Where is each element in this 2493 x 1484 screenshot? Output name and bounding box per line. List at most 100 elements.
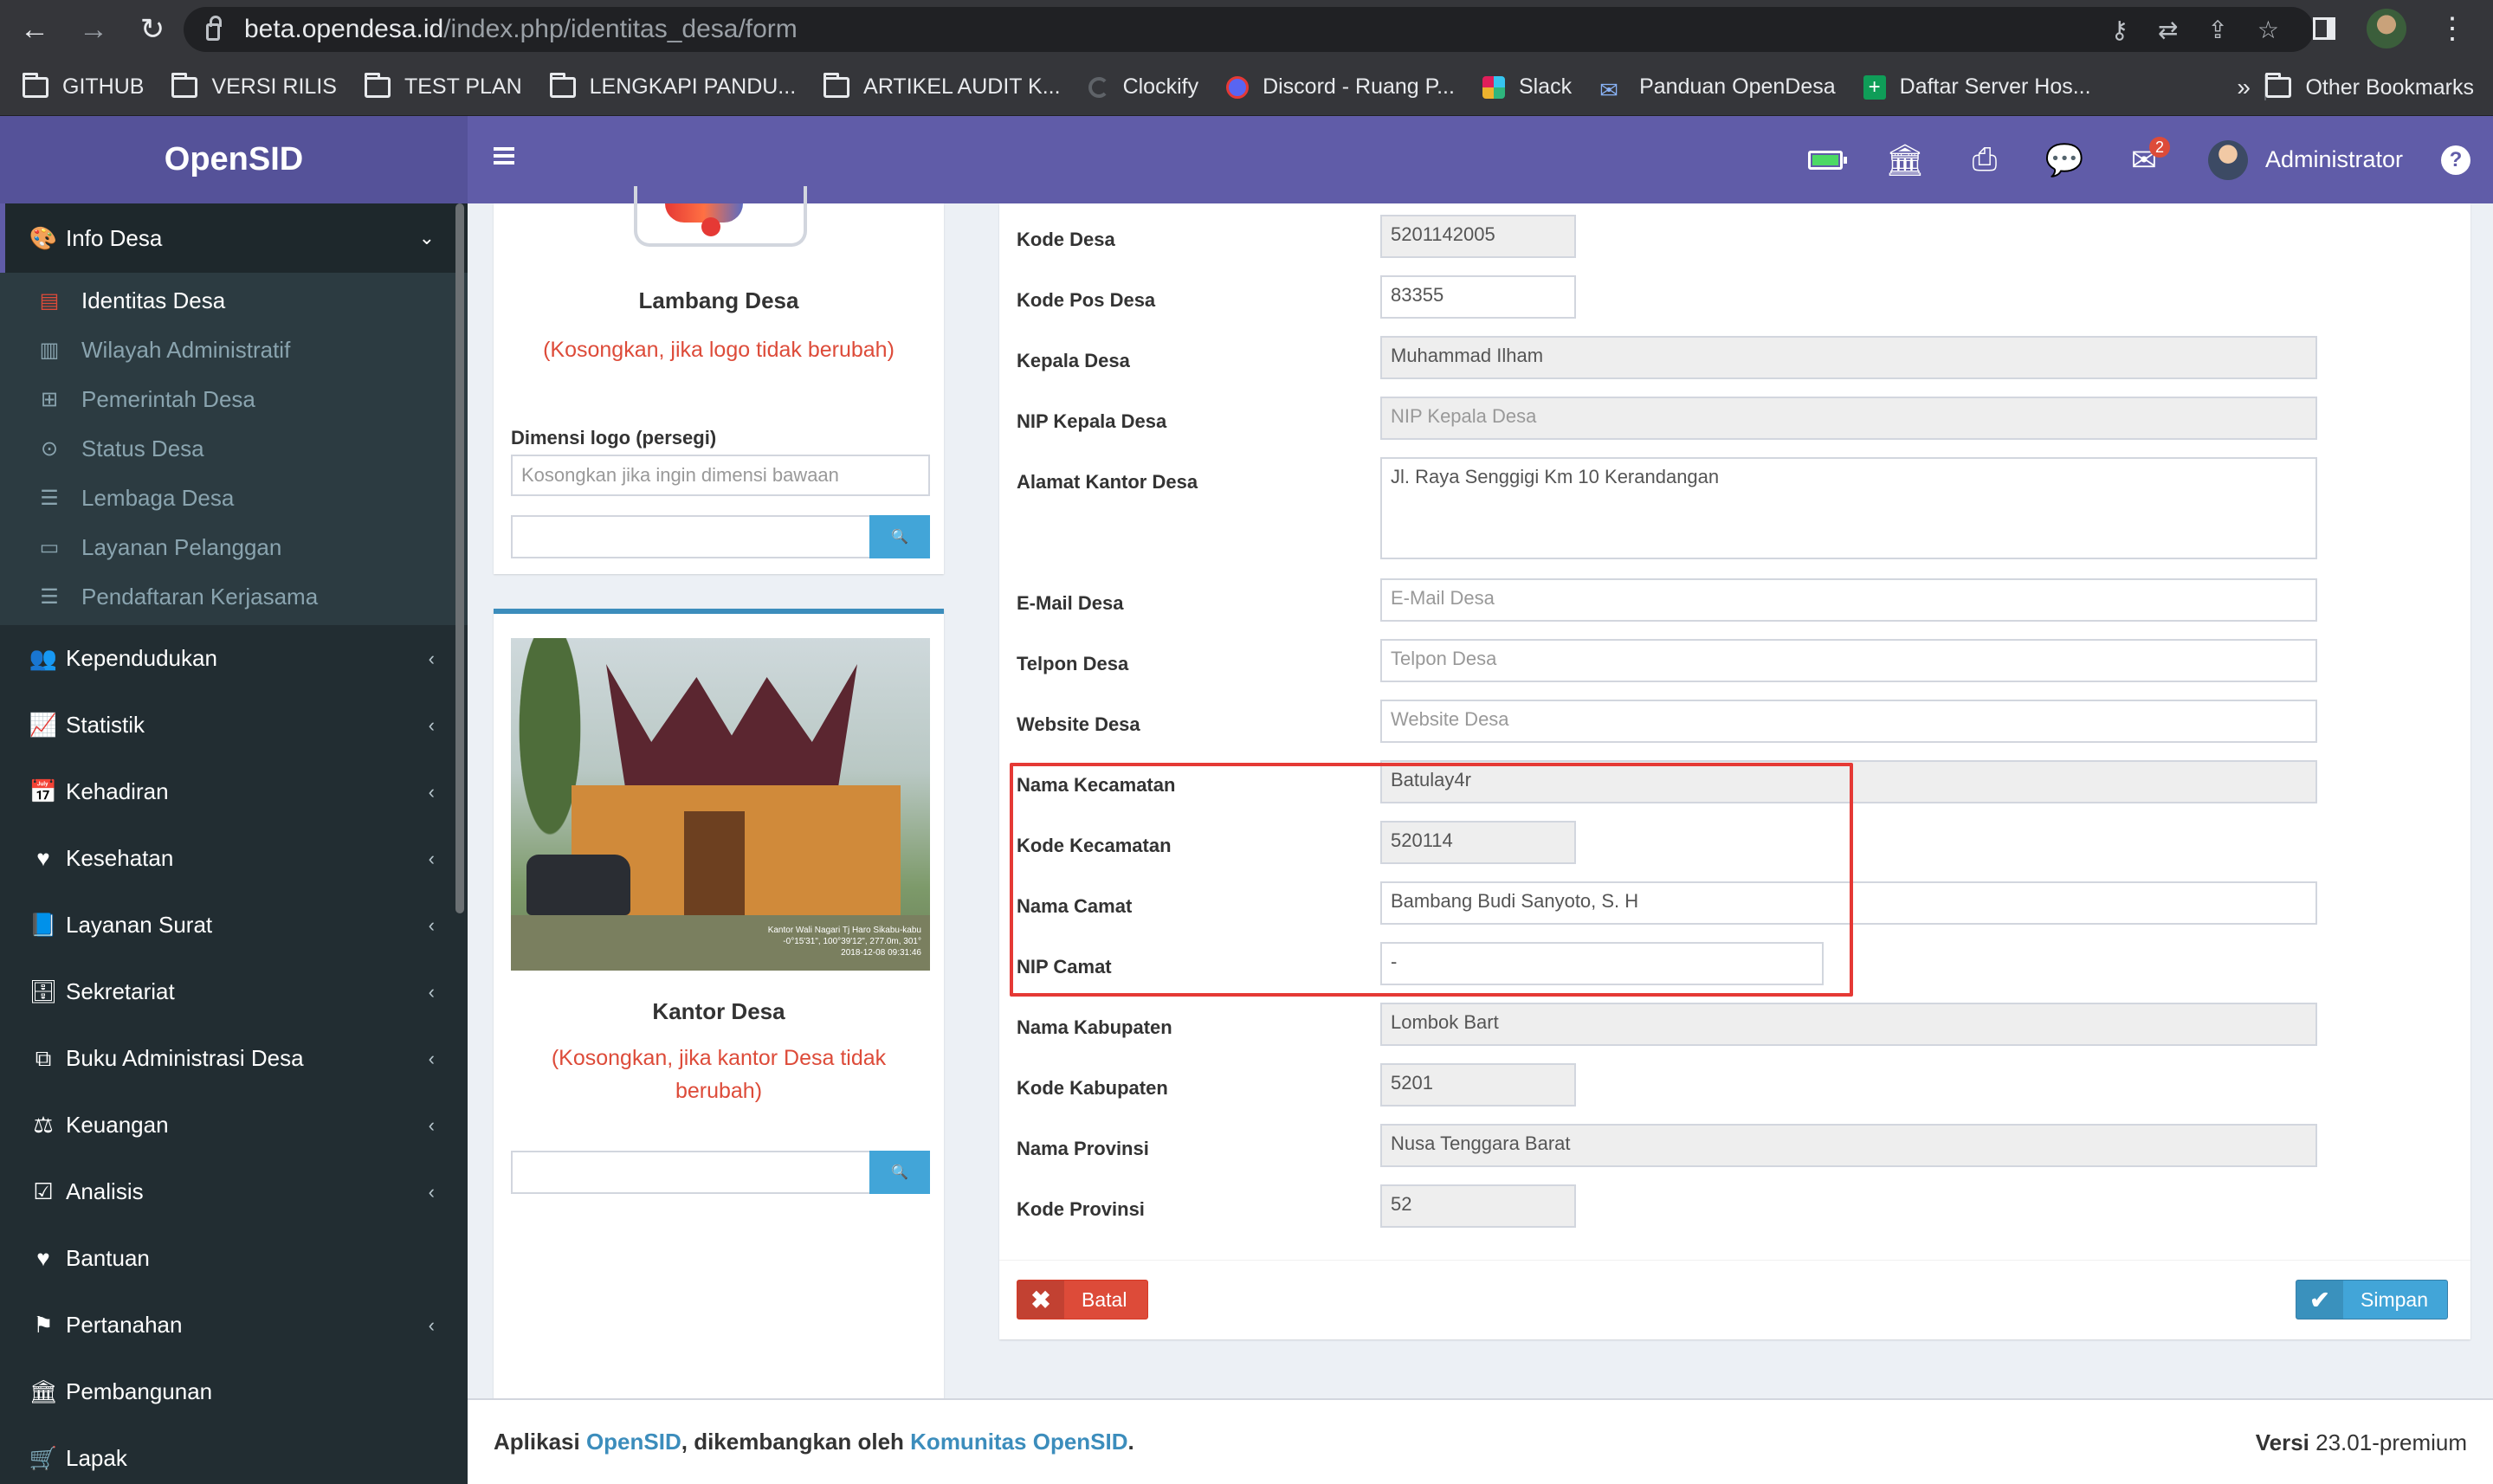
folder-icon <box>549 72 576 98</box>
kantor-desa-hint: (Kosongkan, jika kantor Desa tidak berub… <box>551 1046 887 1103</box>
sidebar-item-buku-administrasi-desa[interactable]: ⧉ Buku Administrasi Desa ‹ <box>0 1025 468 1092</box>
website-desa-input[interactable]: Website Desa <box>1380 700 2317 743</box>
address-bar[interactable]: beta.opendesa.id/index.php/identitas_des… <box>184 7 2314 52</box>
cancel-button[interactable]: ✖ Batal <box>1017 1280 1148 1319</box>
version-info: Versi 23.01-premium <box>2256 1400 2467 1484</box>
folder-icon <box>2265 73 2292 98</box>
nama-provinsi-input[interactable]: Nusa Tenggara Barat <box>1380 1124 2317 1167</box>
balance-scale-icon: ⚖ <box>33 1112 54 1138</box>
sidebar-subitem-layanan-pelanggan[interactable]: ▭ Layanan Pelanggan <box>0 523 468 572</box>
komunitas-link[interactable]: Komunitas OpenSID <box>910 1429 1127 1455</box>
sidebar-item-kehadiran[interactable]: 📅 Kehadiran ‹ <box>0 758 468 825</box>
field-label: Kode Pos Desa <box>1017 289 1156 311</box>
nip-kepala-desa-input[interactable]: NIP Kepala Desa <box>1380 397 2317 440</box>
bookmarks-overflow[interactable]: » <box>2237 59 2251 116</box>
sidebar-item-info-desa[interactable]: 🎨 Info Desa ⌄ <box>0 203 468 273</box>
kode-desa-input[interactable]: 5201142005 <box>1380 215 1576 258</box>
map-signs-icon: ⚑ <box>33 1312 54 1338</box>
kantor-file-input[interactable] <box>511 1151 869 1194</box>
version-number: 23.01-premium <box>2315 1429 2467 1455</box>
sidebar-subitem-identitas-desa[interactable]: ▤ Identitas Desa <box>0 276 468 326</box>
inbox-button[interactable]: ✉ 2 <box>2104 116 2184 203</box>
email-desa-input[interactable]: E-Mail Desa <box>1380 578 2317 622</box>
kode-kabupaten-input[interactable]: 5201 <box>1380 1063 1576 1107</box>
translate-icon[interactable]: ⇄ <box>2158 16 2178 44</box>
footer-suffix: . <box>1127 1429 1134 1455</box>
sidebar-subitem-lembaga-desa[interactable]: ☰ Lembaga Desa <box>0 474 468 523</box>
bookmark-versi-rilis[interactable]: VERSI RILIS <box>171 72 337 100</box>
side-panel-icon[interactable] <box>2313 17 2335 40</box>
sidebar-submenu: ▤ Identitas Desa ▥ Wilayah Administratif ⊞… <box>0 273 468 625</box>
sidebar-subitem-status-desa[interactable]: ⊙ Status Desa <box>0 424 468 474</box>
bookmark-test-plan[interactable]: TEST PLAN <box>364 72 522 100</box>
telpon-desa-input[interactable]: Telpon Desa <box>1380 639 2317 682</box>
field-label: NIP Kepala Desa <box>1017 410 1167 432</box>
nama-kabupaten-input[interactable]: Lombok Bart <box>1380 1003 2317 1046</box>
field-label: Nama Kabupaten <box>1017 1016 1172 1038</box>
kode-provinsi-input[interactable]: 52 <box>1380 1184 1576 1228</box>
profile-avatar[interactable] <box>2367 9 2406 48</box>
chevron-left-icon: ‹ <box>428 980 435 1003</box>
logo-browse-button[interactable]: 🔍 <box>869 515 930 558</box>
save-button[interactable]: ✔ Simpan <box>2296 1280 2448 1319</box>
kantor-file-picker: 🔍 <box>511 1151 930 1194</box>
lambang-desa-hint: (Kosongkan, jika logo tidak berubah) <box>543 338 895 362</box>
bookmark-discord[interactable]: Discord - Ruang P... <box>1226 74 1455 100</box>
bookmark-artikel-audit[interactable]: ARTIKEL AUDIT K... <box>823 72 1061 100</box>
battery-status-button[interactable] <box>1786 116 1865 203</box>
sidebar-subitem-pendaftaran-kerjasama[interactable]: ☰ Pendaftaran Kerjasama <box>0 572 468 622</box>
sidebar-subitem-pemerintah-desa[interactable]: ⊞ Pemerintah Desa <box>0 375 468 424</box>
sidebar-scrollbar[interactable] <box>455 203 464 913</box>
bookmark-slack[interactable]: Slack <box>1482 74 1572 100</box>
bank-icon[interactable]: 🏛 <box>1865 116 1945 203</box>
bookmark-github[interactable]: GITHUB <box>23 72 144 100</box>
bookmark-panduan-opendesa[interactable]: ✉ Panduan OpenDesa <box>1599 74 1836 103</box>
star-icon[interactable]: ☆ <box>2257 16 2279 44</box>
other-bookmarks[interactable]: Other Bookmarks <box>2265 59 2474 116</box>
opensid-link[interactable]: OpenSID <box>586 1429 681 1455</box>
dimensi-logo-input[interactable]: Kosongkan jika ingin dimensi bawaan <box>511 455 930 496</box>
print-icon[interactable]: ⎙ <box>1945 116 2025 203</box>
brand-logo[interactable]: OpenSID <box>0 116 468 203</box>
sidebar-item-layanan-surat[interactable]: 📘 Layanan Surat ‹ <box>0 892 468 958</box>
logo-file-input[interactable] <box>511 515 869 558</box>
kode-pos-input[interactable]: 83355 <box>1380 275 1576 319</box>
sidebar-item-analisis[interactable]: ☑ Analisis ‹ <box>0 1158 468 1225</box>
sidebar-item-pertanahan[interactable]: ⚑ Pertanahan ‹ <box>0 1292 468 1358</box>
bookmark-lengkapi-pandu[interactable]: LENGKAPI PANDU... <box>549 72 796 100</box>
photo-roof <box>606 664 857 794</box>
kantor-browse-button[interactable]: 🔍 <box>869 1151 930 1194</box>
help-icon[interactable]: ? <box>2441 145 2470 175</box>
sidebar-item-lapak[interactable]: 🛒 Lapak <box>0 1425 468 1484</box>
share-icon[interactable]: ⇪ <box>2207 16 2227 44</box>
battery-icon <box>1807 150 1847 170</box>
forward-arrow-icon[interactable]: → <box>69 5 118 54</box>
sidebar-item-kependudukan[interactable]: 👥 Kependudukan ‹ <box>0 625 468 692</box>
hamburger-menu-icon[interactable] <box>494 147 514 165</box>
key-icon[interactable]: ⚷ <box>2110 16 2128 44</box>
sidebar-subitem-wilayah-administratif[interactable]: ▥ Wilayah Administratif <box>0 326 468 375</box>
sidebar-item-kesehatan[interactable]: ♥ Kesehatan ‹ <box>0 825 468 892</box>
sidebar-item-sekretariat[interactable]: 🗄 Sekretariat ‹ <box>0 958 468 1025</box>
footer-prefix: Aplikasi <box>494 1429 580 1455</box>
photo-door <box>684 811 745 915</box>
alamat-kantor-textarea[interactable]: Jl. Raya Senggigi Km 10 Kerandangan <box>1380 457 2317 559</box>
bookmark-daftar-server[interactable]: + Daftar Server Hos... <box>1863 74 2091 100</box>
user-menu[interactable]: Administrator <box>2184 116 2441 203</box>
url-host: beta.opendesa.id <box>244 15 444 43</box>
sidebar-item-pembangunan[interactable]: 🏛 Pembangunan <box>0 1358 468 1425</box>
lambang-desa-title: Lambang Desa <box>638 287 799 313</box>
sidebar-item-statistik[interactable]: 📈 Statistik ‹ <box>0 692 468 758</box>
comments-icon[interactable]: 💬 <box>2025 116 2104 203</box>
menu-dots-icon[interactable]: ⋮ <box>2438 11 2467 46</box>
line-chart-icon: 📈 <box>29 712 58 738</box>
sidebar-item-keuangan[interactable]: ⚖ Keuangan ‹ <box>0 1092 468 1158</box>
bookmark-clockify[interactable]: Clockify <box>1088 74 1198 100</box>
sitemap-icon: ⊞ <box>40 388 59 411</box>
back-arrow-icon[interactable]: ← <box>10 5 59 54</box>
dimensi-logo-label: Dimensi logo (persegi) <box>511 427 717 448</box>
reload-icon[interactable]: ↻ <box>128 5 177 54</box>
kepala-desa-input[interactable]: Muhammad Ilham <box>1380 336 2317 379</box>
calendar-check-icon: 📅 <box>29 778 58 804</box>
sidebar-item-bantuan[interactable]: ♥ Bantuan <box>0 1225 468 1292</box>
